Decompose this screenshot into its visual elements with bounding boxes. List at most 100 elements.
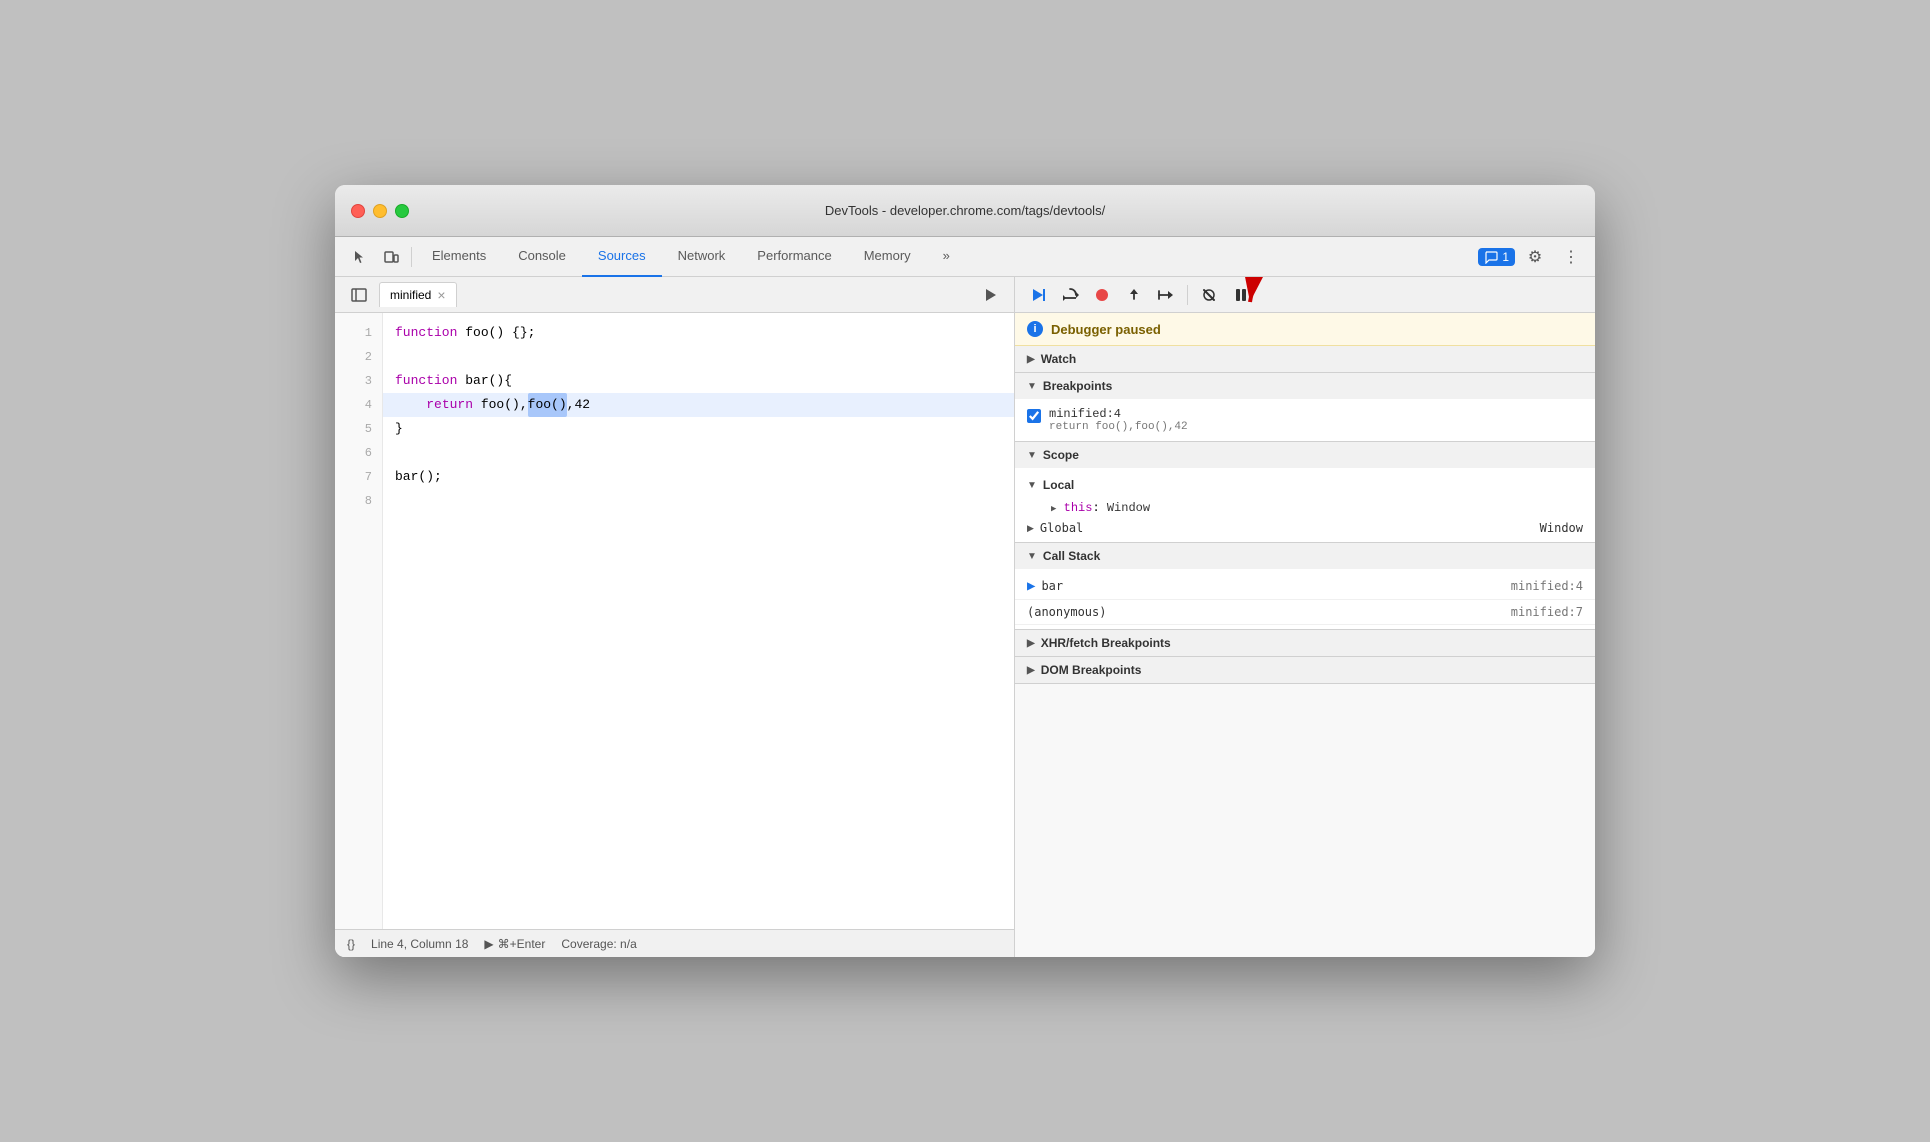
dom-breakpoints-header[interactable]: ▶ DOM Breakpoints (1015, 657, 1595, 683)
line-num-6: 6 (335, 441, 382, 465)
sidebar-icon (351, 288, 367, 302)
breakpoint-item[interactable]: minified:4 return foo(),foo(),42 (1015, 403, 1595, 437)
tab-elements[interactable]: Elements (416, 237, 502, 277)
local-scope-content: ▶ this: Window (1015, 498, 1595, 518)
global-label: Global (1040, 521, 1083, 535)
sources-sidebar-toggle[interactable] (343, 279, 375, 311)
cs-bar-name: bar (1041, 579, 1063, 593)
close-button[interactable] (351, 204, 365, 218)
pause-exceptions-icon (1233, 287, 1249, 303)
run-shortcut[interactable]: ▶ ⌘+Enter (484, 937, 545, 951)
xhr-collapse-icon: ▶ (1027, 638, 1035, 649)
code-line-5: } (383, 417, 1014, 441)
tab-sources[interactable]: Sources (582, 237, 662, 277)
run-shortcut-text: ⌘+Enter (498, 937, 546, 951)
format-button[interactable]: {} (347, 937, 355, 951)
source-file-tab[interactable]: minified × (379, 282, 457, 307)
line-num-7: 7 (335, 465, 382, 489)
breakpoints-content: minified:4 return foo(),foo(),42 (1015, 399, 1595, 441)
debug-resume-button[interactable] (1023, 281, 1053, 309)
code-line-7: bar(); (383, 465, 1014, 489)
run-shortcut-icon: ▶ (484, 937, 493, 951)
breakpoint-checkbox[interactable] (1027, 409, 1041, 423)
code-line-1: function foo() {}; (383, 321, 1014, 345)
code-content: 1 2 3 4 5 6 7 8 function foo (335, 313, 1014, 929)
call-stack-item-anon[interactable]: (anonymous) minified:7 (1015, 600, 1595, 625)
debug-step-button[interactable] (1151, 281, 1181, 309)
tab-memory[interactable]: Memory (848, 237, 927, 277)
sources-panel: minified × 1 2 (335, 277, 1015, 957)
global-value: Window (1540, 521, 1583, 535)
code-line-3: function bar(){ (383, 369, 1014, 393)
format-icon: {} (347, 937, 355, 951)
code-line-2 (383, 345, 1014, 369)
debug-separator (1187, 285, 1188, 305)
watch-section: ▶ Watch (1015, 346, 1595, 373)
breakpoints-section: ▼ Breakpoints minified:4 return foo(),fo… (1015, 373, 1595, 442)
cs-name-anon: (anonymous) (1027, 605, 1106, 619)
tab-network[interactable]: Network (662, 237, 742, 277)
debug-breakpoint-button[interactable] (1087, 281, 1117, 309)
breakpoint-info: minified:4 return foo(),foo(),42 (1049, 407, 1188, 433)
cs-anon-name: (anonymous) (1027, 605, 1106, 619)
watch-label: Watch (1041, 352, 1077, 366)
cs-anon-location: minified:7 (1511, 605, 1583, 619)
global-row[interactable]: ▶ Global Window (1015, 518, 1595, 538)
deactivate-icon (1201, 287, 1217, 303)
keyword-return: return (426, 393, 473, 417)
call-stack-item-bar[interactable]: ▶ bar minified:4 (1015, 573, 1595, 600)
device-icon (383, 249, 399, 265)
scope-label: Scope (1043, 448, 1079, 462)
line-num-1: 1 (335, 321, 382, 345)
select-element-button[interactable] (343, 241, 375, 273)
breakpoints-header[interactable]: ▼ Breakpoints (1015, 373, 1595, 399)
sources-run-button[interactable] (974, 279, 1006, 311)
more-options-button[interactable]: ⋮ (1555, 241, 1587, 273)
maximize-button[interactable] (395, 204, 409, 218)
coverage-info: Coverage: n/a (561, 937, 636, 951)
local-label: Local (1043, 478, 1074, 492)
debug-step-out-button[interactable] (1119, 281, 1149, 309)
main-tabs: Elements Console Sources Network Perform… (416, 237, 1478, 277)
call-stack-collapse-icon: ▼ (1027, 551, 1037, 562)
scope-collapse-icon: ▼ (1027, 450, 1037, 461)
debug-step-over-button[interactable] (1055, 281, 1085, 309)
breakpoint-location: minified:4 (1049, 407, 1188, 421)
xhr-breakpoints-header[interactable]: ▶ XHR/fetch Breakpoints (1015, 630, 1595, 656)
step-icon (1157, 287, 1175, 303)
call-stack-header[interactable]: ▼ Call Stack (1015, 543, 1595, 569)
chat-icon (1484, 250, 1498, 264)
local-header[interactable]: ▼ Local (1015, 472, 1595, 498)
notification-badge[interactable]: 1 (1478, 248, 1515, 266)
minimize-button[interactable] (373, 204, 387, 218)
code-return-part1: foo(), (473, 393, 528, 417)
watch-header[interactable]: ▶ Watch (1015, 346, 1595, 372)
cursor-position-text: Line 4, Column 18 (371, 937, 468, 951)
code-text-7: bar(); (395, 465, 442, 489)
close-source-tab[interactable]: × (437, 287, 445, 303)
debugger-toolbar (1015, 277, 1595, 313)
code-indent-4 (395, 393, 426, 417)
breakpoints-collapse-icon: ▼ (1027, 381, 1037, 392)
debugger-toolbar-wrapper (1015, 277, 1595, 313)
code-editor[interactable]: 1 2 3 4 5 6 7 8 function foo (335, 313, 1014, 929)
paused-message: Debugger paused (1051, 322, 1161, 337)
debugger-paused-banner: i Debugger paused (1015, 313, 1595, 346)
settings-button[interactable]: ⚙ (1519, 241, 1551, 273)
debug-deactivate-button[interactable] (1194, 281, 1224, 309)
dom-breakpoints-section: ▶ DOM Breakpoints (1015, 657, 1595, 684)
debug-pause-exceptions-button[interactable] (1226, 281, 1256, 309)
keyword-function-2: function (395, 369, 457, 393)
this-label: this: (1064, 501, 1107, 515)
scope-this-item[interactable]: ▶ this: Window (1039, 498, 1595, 518)
code-line-4: return foo(),foo(),42 (383, 393, 1014, 417)
coverage-text: Coverage: n/a (561, 937, 636, 951)
tab-more[interactable]: » (927, 237, 966, 277)
device-toggle-button[interactable] (375, 241, 407, 273)
tab-console[interactable]: Console (502, 237, 582, 277)
tab-performance[interactable]: Performance (741, 237, 847, 277)
code-return-part2: ,42 (567, 393, 590, 417)
line-num-3: 3 (335, 369, 382, 393)
scope-header[interactable]: ▼ Scope (1015, 442, 1595, 468)
global-label-group: ▶ Global (1027, 521, 1083, 535)
